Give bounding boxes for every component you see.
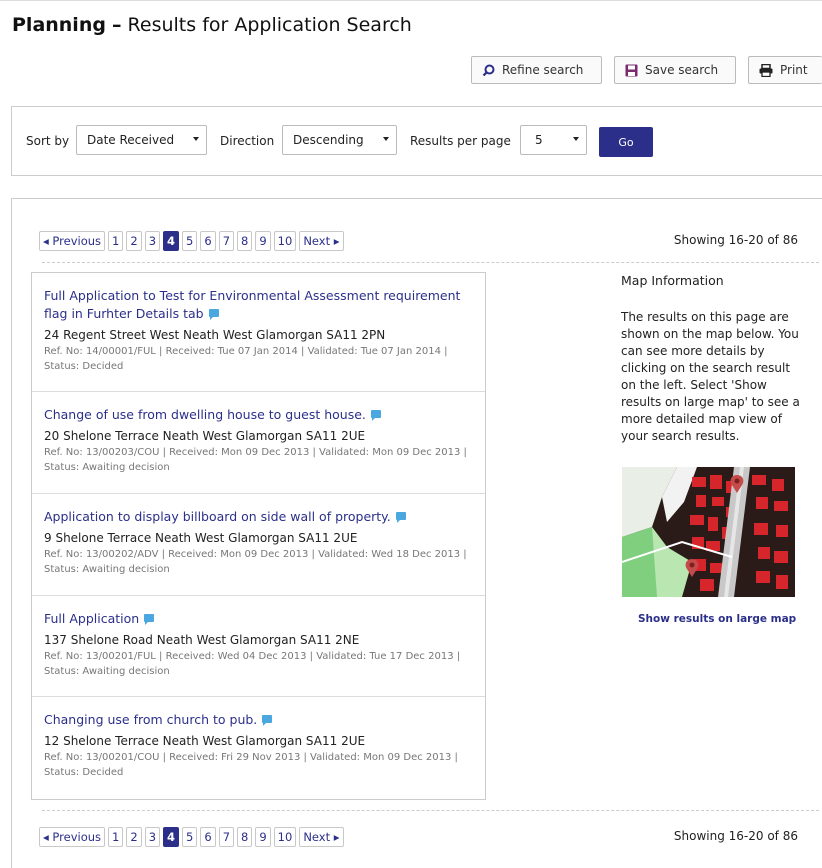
page-title: Planning – Results for Application Searc…	[12, 14, 412, 36]
page-link[interactable]: 7	[218, 827, 235, 847]
chevron-down-icon	[383, 137, 389, 141]
divider	[42, 810, 819, 811]
results-list: Full Application to Test for Environment…	[31, 272, 486, 800]
page-link[interactable]: 5	[182, 827, 198, 847]
save-search-label: Save search	[645, 63, 719, 77]
top-border	[0, 0, 822, 7]
pagination-bottom: ◂ Previous 1 2 3 4 5 6 7 8 9 10 Next ▸	[39, 827, 344, 847]
result-title-link[interactable]: Changing use from church to pub.	[44, 711, 473, 729]
list-item: Full Application to Test for Environment…	[32, 273, 485, 392]
save-icon	[625, 64, 638, 77]
page-link[interactable]: 5	[182, 231, 198, 251]
refine-search-label: Refine search	[502, 63, 584, 77]
page-link[interactable]: 9	[255, 231, 271, 251]
results-count: Showing 16-20 of 86	[673, 233, 798, 247]
save-search-button[interactable]: Save search	[614, 56, 736, 84]
comment-icon	[370, 409, 381, 421]
page-link[interactable]: 2	[126, 827, 142, 847]
go-label: Go	[618, 135, 634, 149]
comment-icon	[208, 308, 219, 320]
page-link[interactable]: 3	[144, 827, 161, 847]
next-page-link[interactable]: Next ▸	[299, 827, 344, 847]
result-meta: Ref. No: 14/00001/FUL | Received: Tue 07…	[44, 346, 448, 372]
list-item: Change of use from dwelling house to gue…	[32, 392, 485, 494]
direction-label: Direction	[220, 134, 275, 148]
list-item: Changing use from church to pub. 12 Shel…	[32, 697, 485, 799]
page-link[interactable]: 7	[218, 231, 235, 251]
sort-by-value: Date Received	[87, 133, 175, 147]
page-link[interactable]: 3	[144, 231, 161, 251]
comment-icon	[144, 613, 155, 625]
sort-options-panel: Sort by Date Received Direction Descendi…	[11, 106, 822, 176]
page-link[interactable]: 8	[237, 231, 253, 251]
map-description: The results on this page are shown on th…	[621, 310, 800, 443]
results-count: Showing 16-20 of 86	[673, 829, 798, 843]
result-meta: Ref. No: 13/00201/COU | Received: Fri 29…	[44, 752, 458, 778]
map-thumbnail[interactable]	[622, 467, 795, 597]
divider	[42, 262, 819, 263]
results-per-page-label: Results per page	[410, 134, 511, 148]
result-address: 12 Shelone Terrace Neath West Glamorgan …	[44, 734, 366, 748]
page-link[interactable]: 8	[237, 827, 253, 847]
page-link[interactable]: 10	[273, 827, 297, 847]
results-panel: ◂ Previous 1 2 3 4 5 6 7 8 9 10 Next ▸ S…	[11, 198, 822, 868]
list-item: Application to display billboard on side…	[32, 494, 485, 596]
current-page: 4	[163, 231, 180, 251]
page-link[interactable]: 2	[126, 231, 142, 251]
results-per-page-value: 5	[535, 133, 543, 147]
result-address: 9 Shelone Terrace Neath West Glamorgan S…	[44, 531, 358, 545]
page-link[interactable]: 6	[200, 231, 216, 251]
page-title-dash: –	[112, 14, 122, 36]
refine-search-button[interactable]: Refine search	[471, 56, 602, 84]
page-link[interactable]: 9	[255, 827, 271, 847]
result-title-link[interactable]: Application to display billboard on side…	[44, 508, 473, 526]
results-per-page-select[interactable]: 5	[520, 125, 587, 155]
sort-by-label: Sort by	[26, 134, 70, 148]
result-meta: Ref. No: 13/00201/FUL | Received: Wed 04…	[44, 651, 461, 677]
result-title-link[interactable]: Full Application to Test for Environment…	[44, 287, 473, 323]
result-meta: Ref. No: 13/00203/COU | Received: Mon 09…	[44, 447, 467, 473]
direction-select[interactable]: Descending	[282, 125, 397, 155]
sort-by-select[interactable]: Date Received	[76, 125, 207, 155]
result-address: 24 Regent Street West Neath West Glamorg…	[44, 328, 386, 342]
large-map-link[interactable]: Show results on large map	[638, 613, 796, 625]
current-page: 4	[163, 827, 180, 847]
pagination-top: ◂ Previous 1 2 3 4 5 6 7 8 9 10 Next ▸	[39, 231, 344, 251]
print-icon	[759, 63, 773, 77]
print-button[interactable]: Print	[748, 56, 822, 84]
result-title-link[interactable]: Change of use from dwelling house to gue…	[44, 406, 473, 424]
comment-icon	[395, 511, 406, 523]
go-button[interactable]: Go	[599, 127, 653, 157]
search-icon	[482, 64, 495, 77]
list-item: Full Application 137 Shelone Road Neath …	[32, 596, 485, 697]
result-address: 137 Shelone Road Neath West Glamorgan SA…	[44, 633, 360, 647]
result-meta: Ref. No: 13/00202/ADV | Received: Mon 09…	[44, 549, 467, 575]
previous-page-link[interactable]: ◂ Previous	[39, 827, 106, 847]
page-link[interactable]: 1	[108, 827, 124, 847]
comment-icon	[262, 714, 273, 726]
page-title-section: Planning	[12, 14, 106, 36]
page-link[interactable]: 6	[200, 827, 216, 847]
result-address: 20 Shelone Terrace Neath West Glamorgan …	[44, 429, 366, 443]
page-link[interactable]: 1	[108, 231, 124, 251]
page-title-text: Results for Application Search	[127, 14, 412, 36]
next-page-link[interactable]: Next ▸	[299, 231, 344, 251]
chevron-down-icon	[573, 137, 579, 141]
page-link[interactable]: 10	[273, 231, 297, 251]
map-heading: Map Information	[621, 273, 724, 288]
chevron-down-icon	[193, 137, 199, 141]
previous-page-link[interactable]: ◂ Previous	[39, 231, 106, 251]
result-title-link[interactable]: Full Application	[44, 610, 473, 628]
print-label: Print	[780, 63, 808, 77]
direction-value: Descending	[293, 133, 364, 147]
